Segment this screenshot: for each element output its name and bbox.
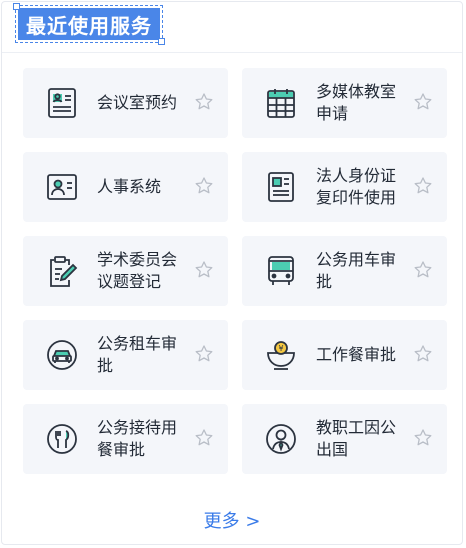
service-label: 学术委员会议题登记 (97, 250, 178, 291)
star-icon[interactable] (194, 92, 214, 112)
id-card-icon (45, 86, 79, 120)
star-icon[interactable] (413, 344, 433, 364)
service-label: 公务用车审批 (316, 250, 397, 291)
star-icon[interactable] (413, 260, 433, 280)
service-card-hr-system[interactable]: 人事系统 (23, 152, 228, 222)
meal-bowl-icon: ¥ (264, 338, 298, 372)
fork-knife-icon (45, 422, 79, 456)
service-label: 人事系统 (97, 177, 162, 196)
star-icon[interactable] (194, 428, 214, 448)
service-label: 公务租车审批 (97, 334, 178, 375)
calendar-icon (264, 86, 298, 120)
service-card-multimedia[interactable]: 多媒体教室申请 (242, 68, 447, 138)
clipboard-pen-icon (45, 254, 79, 288)
star-icon[interactable] (413, 92, 433, 112)
divider (2, 52, 462, 53)
star-icon[interactable] (194, 260, 214, 280)
service-card-academic-committee[interactable]: 学术委员会议题登记 (23, 236, 228, 306)
document-icon (264, 170, 298, 204)
star-icon[interactable] (413, 428, 433, 448)
service-label: 多媒体教室申请 (316, 82, 397, 123)
title-box: 最近使用服务 (13, 3, 165, 45)
star-icon[interactable] (413, 176, 433, 196)
service-label: 教职工因公出国 (316, 418, 397, 459)
bus-icon (264, 254, 298, 288)
person-card-icon (45, 170, 79, 204)
recent-services-panel: 最近使用服务 会议室预约 多媒体教室申请 人事系统 法人身份证复印件使用 学术委… (1, 1, 463, 545)
star-icon[interactable] (194, 176, 214, 196)
car-icon (45, 338, 79, 372)
service-label: 法人身份证复印件使用 (316, 166, 397, 207)
svg-text:¥: ¥ (278, 344, 283, 353)
service-card-overseas-trip[interactable]: 教职工因公出国 (242, 404, 447, 474)
service-card-meeting-room[interactable]: 会议室预约 (23, 68, 228, 138)
star-icon[interactable] (194, 344, 214, 364)
person-tie-icon (264, 422, 298, 456)
more-link[interactable]: 更多 > (2, 507, 462, 533)
service-card-reception-meal[interactable]: 公务接待用餐审批 (23, 404, 228, 474)
more-label: 更多 > (203, 511, 261, 532)
service-label: 公务接待用餐审批 (97, 418, 178, 459)
service-card-car-rental[interactable]: 公务租车审批 (23, 320, 228, 390)
service-card-official-car[interactable]: 公务用车审批 (242, 236, 447, 306)
page-title: 最近使用服务 (26, 13, 152, 38)
service-label: 会议室预约 (97, 93, 178, 112)
service-label: 工作餐审批 (316, 345, 397, 364)
service-card-legal-id-copy[interactable]: 法人身份证复印件使用 (242, 152, 447, 222)
service-card-work-meal[interactable]: ¥ 工作餐审批 (242, 320, 447, 390)
